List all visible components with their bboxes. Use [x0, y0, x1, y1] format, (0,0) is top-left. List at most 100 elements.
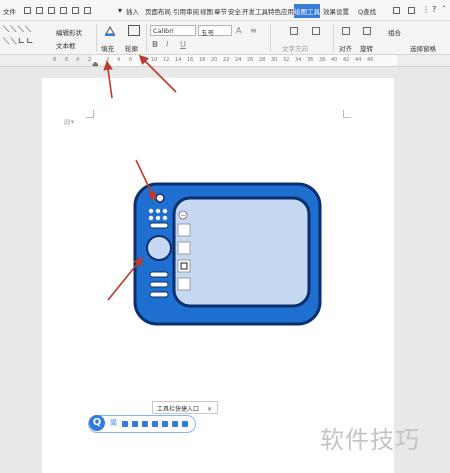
divider	[96, 24, 97, 52]
rotate-button[interactable]: 旋转	[360, 43, 373, 53]
edit-shape-button[interactable]: 编辑形状	[56, 27, 82, 37]
align-text-icon[interactable]	[312, 27, 320, 35]
pen-icon[interactable]	[142, 421, 148, 427]
ruler-tick: 2	[88, 57, 92, 63]
ruler-tick: 36	[307, 57, 314, 63]
round-button[interactable]	[146, 235, 172, 261]
fill-button[interactable]: 填充	[101, 43, 114, 53]
ruler-tick: 28	[259, 57, 266, 63]
search-box[interactable]: Q查找	[358, 6, 376, 16]
undo-icon[interactable]	[72, 7, 79, 14]
horizontal-ruler[interactable]: ⏏ 8 6 4 2 2 4 6 8 10 12 14 16 18 20 22 2…	[0, 55, 450, 68]
font-size-select[interactable]: 五号	[198, 25, 232, 37]
ruler-tick: 20	[211, 57, 218, 63]
fill-icon[interactable]	[104, 25, 116, 36]
shape-effect-icon[interactable]	[177, 277, 191, 291]
ruler-tick: 8	[140, 57, 144, 63]
ribbon-toolbar: ⟍⟍⟍⟍ ⟍⟍∟∟ 编辑形状 文本框 填充 轮廓 Calibri 五号 B I …	[0, 21, 450, 55]
shape-outline-icon[interactable]	[177, 259, 191, 273]
grid-icon[interactable]	[182, 421, 188, 427]
ruler-tick: 6	[129, 57, 133, 63]
tab-review[interactable]: 审阅	[186, 6, 199, 16]
underline-button[interactable]: U	[180, 40, 186, 49]
ruler-tick: 18	[199, 57, 206, 63]
close-icon[interactable]: ✕	[207, 406, 212, 413]
shape-gallery-icon-2[interactable]: ⟍⟍∟∟	[3, 37, 35, 47]
ruler-tick: 42	[343, 57, 350, 63]
tab-chapter[interactable]: 章节	[214, 6, 227, 16]
shape-fill-icon[interactable]	[177, 241, 191, 255]
clear-format-button[interactable]: ≡	[250, 26, 257, 35]
ruler-tick: 16	[187, 57, 194, 63]
side-button-1[interactable]	[149, 271, 169, 278]
italic-button[interactable]: I	[166, 40, 168, 49]
tab-reference[interactable]: 引用	[173, 6, 186, 16]
file-menu[interactable]: 文件	[3, 6, 16, 16]
moon-icon[interactable]	[122, 421, 128, 427]
side-button-2[interactable]	[149, 281, 169, 288]
tab-effect[interactable]: 效果设置	[323, 6, 349, 16]
font-family-select[interactable]: Calibri	[150, 25, 196, 36]
outline-button[interactable]: 轮廓	[125, 43, 138, 53]
toolbar-tooltip: 工具栏快捷入口 ✕	[152, 401, 218, 414]
simplified-chinese-icon[interactable]: 简	[110, 418, 117, 428]
ruler-tick: 4	[76, 57, 80, 63]
preview-icon[interactable]	[48, 7, 55, 14]
device-illustration[interactable]: −	[130, 180, 325, 330]
window-icon[interactable]	[393, 7, 400, 14]
divider	[270, 24, 271, 52]
ruler-tick: 4	[117, 57, 121, 63]
ruler-tick: 34	[295, 57, 302, 63]
text-box-button[interactable]: 文本框	[56, 40, 76, 50]
margin-corner-tl	[86, 110, 94, 118]
clipboard-icon[interactable]	[152, 421, 158, 427]
shirt-icon[interactable]	[172, 421, 178, 427]
shape-gallery-icon[interactable]: ⟍⟍⟍⟍	[3, 25, 32, 35]
tab-view[interactable]: 视图	[200, 6, 213, 16]
quick-entry-icon[interactable]: Q	[89, 415, 105, 431]
save-icon[interactable]	[24, 7, 31, 14]
print-icon[interactable]	[36, 7, 43, 14]
title-bar: 文件 ▾ 插入 页面布局 引用 审阅 视图 章节 安全 开发工具 特色应用 绘图…	[0, 0, 450, 21]
divider	[146, 24, 147, 52]
select-pane-button[interactable]: 选择窗格	[410, 43, 436, 53]
format-painter-icon[interactable]	[60, 7, 67, 14]
camera-icon	[155, 193, 165, 203]
side-button-3[interactable]	[149, 291, 169, 298]
ruler-tick: 8	[53, 57, 57, 63]
text-direction-button[interactable]: 文字方向	[282, 43, 308, 53]
emoji-icon[interactable]	[162, 421, 168, 427]
device-screen[interactable]	[172, 196, 311, 308]
indent-marker-icon[interactable]: ⏏	[92, 60, 99, 68]
tab-insert[interactable]: 插入	[126, 6, 139, 16]
more-icon[interactable]: ⋮	[422, 5, 430, 14]
outline-icon[interactable]	[128, 25, 140, 36]
tooltip-text: 工具栏快捷入口	[157, 406, 200, 413]
wrap-icon[interactable]	[342, 27, 350, 35]
ruler-tick: 22	[223, 57, 230, 63]
layout-options-icon[interactable]	[177, 223, 191, 237]
collapse-icon[interactable]: ˆ	[442, 5, 446, 14]
ruler-tick: 38	[319, 57, 326, 63]
redo-icon[interactable]	[84, 7, 91, 14]
ruler-tick: 46	[367, 57, 374, 63]
start-menu-icon[interactable]: ▾	[118, 6, 122, 15]
align-button[interactable]: 对齐	[339, 43, 352, 53]
tab-special[interactable]: 特色应用	[268, 6, 294, 16]
tab-drawing-tools[interactable]: 绘图工具	[294, 4, 320, 18]
help-icon[interactable]: ?	[432, 5, 436, 14]
divider	[333, 24, 334, 52]
tab-developer[interactable]: 开发工具	[242, 6, 268, 16]
ruler-tick: 32	[283, 57, 290, 63]
paragraph-mark-icon: ▤▾	[64, 118, 75, 126]
font-color-button[interactable]: A	[236, 26, 241, 35]
bold-button[interactable]: B	[152, 40, 158, 49]
share-icon[interactable]	[408, 7, 415, 14]
tab-security[interactable]: 安全	[228, 6, 241, 16]
voice-icon[interactable]	[132, 421, 138, 427]
top-button[interactable]	[149, 222, 169, 229]
group-button[interactable]: 组合	[388, 27, 401, 37]
tab-layout[interactable]: 页面布局	[145, 6, 171, 16]
text-direction-icon[interactable]	[290, 27, 298, 35]
align-icon[interactable]	[363, 27, 371, 35]
